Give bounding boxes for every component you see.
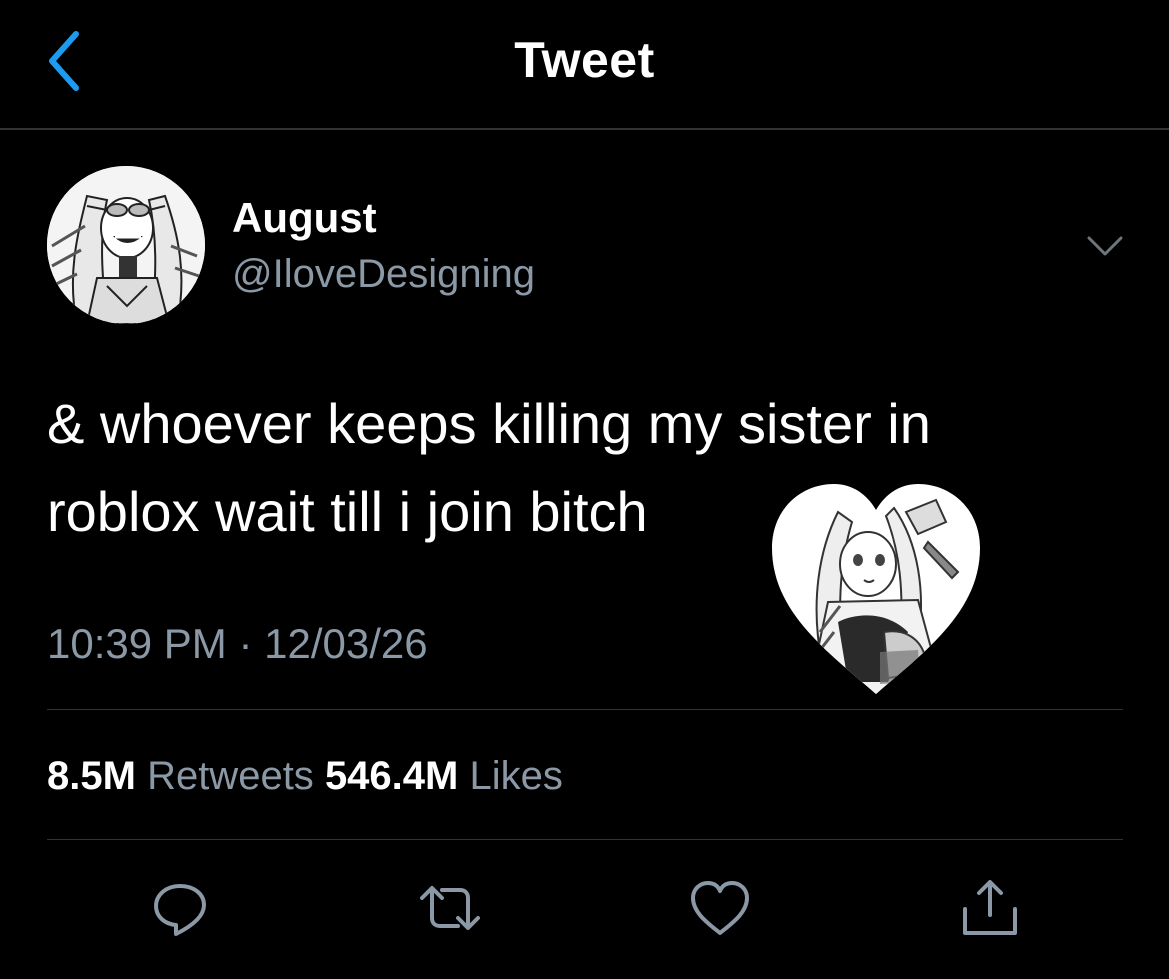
author-display-name[interactable]: August (232, 192, 377, 244)
likes-stat[interactable]: 546.4M Likes (325, 754, 563, 798)
retweets-count: 8.5M (47, 754, 136, 798)
top-bar: Tweet (0, 0, 1169, 130)
retweet-button[interactable] (418, 876, 482, 940)
more-options-button[interactable] (1082, 226, 1128, 266)
retweets-label: Retweets (147, 754, 314, 798)
retweets-stat[interactable]: 8.5M Retweets (47, 754, 325, 798)
likes-count: 546.4M (324, 754, 459, 798)
tweet-timestamp[interactable]: 10:39 PM · 12/03/26 (47, 616, 428, 672)
tweet-stats: 8.5M Retweets 546.4M Likes (47, 750, 563, 802)
avatar[interactable] (47, 166, 205, 324)
chevron-down-icon (1087, 236, 1123, 256)
heart-icon (691, 881, 749, 935)
likes-label: Likes (469, 754, 563, 798)
divider (47, 839, 1123, 840)
author-handle[interactable]: @IloveDesigning (232, 248, 535, 300)
share-icon (963, 880, 1017, 935)
share-button[interactable] (958, 876, 1022, 940)
avatar-illustration (47, 166, 205, 324)
page-title: Tweet (514, 32, 655, 88)
like-button[interactable] (688, 876, 752, 940)
heart-sticker-image (768, 482, 984, 696)
reply-icon (154, 884, 206, 936)
divider (47, 709, 1123, 710)
retweet-icon (420, 886, 480, 930)
reply-button[interactable] (148, 876, 212, 940)
